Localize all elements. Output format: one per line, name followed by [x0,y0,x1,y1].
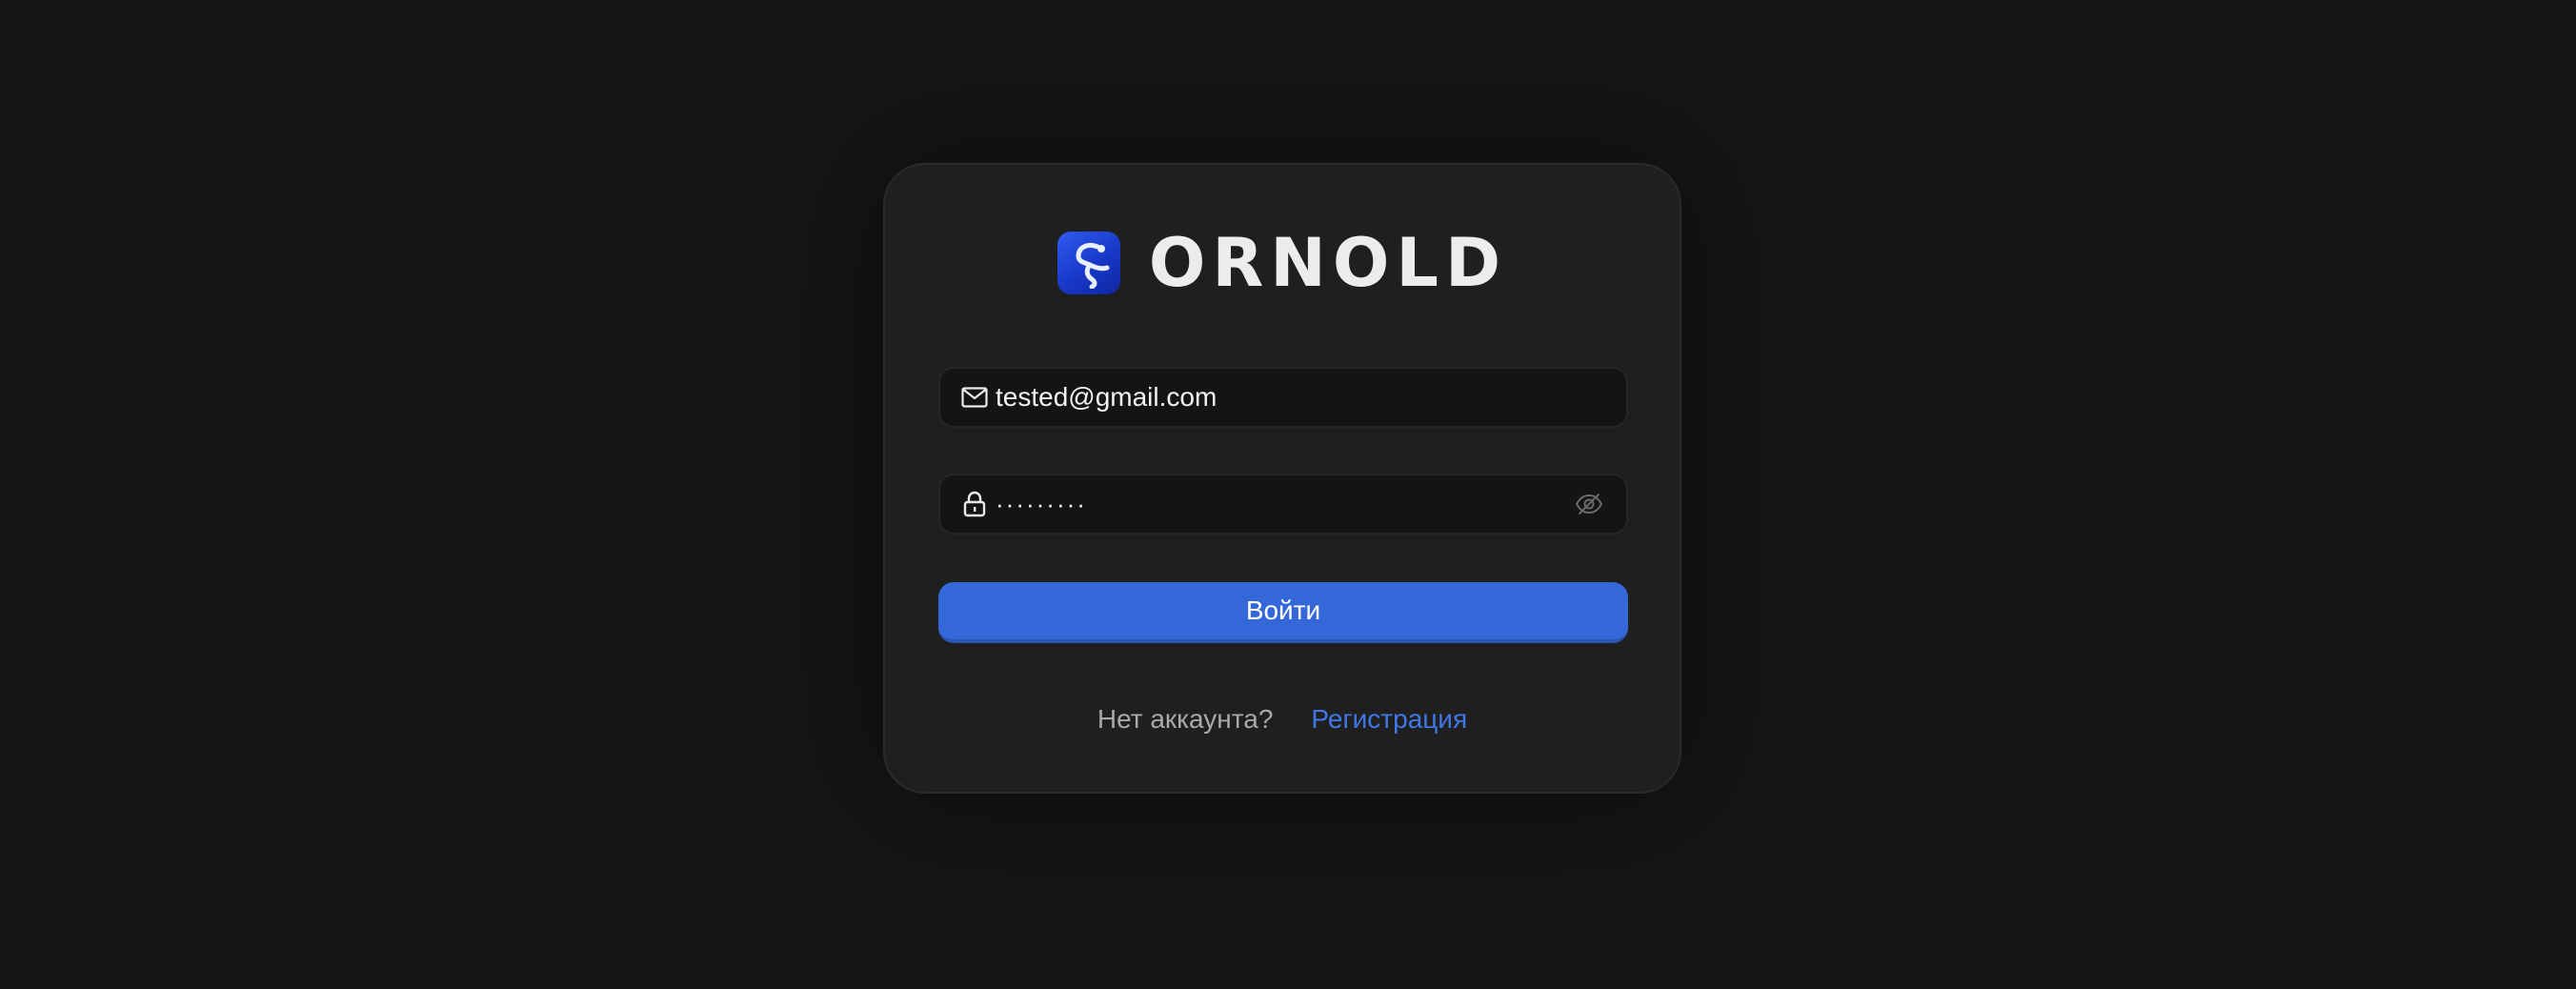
eye-off-icon[interactable] [1573,488,1605,520]
ornold-logo-icon [1057,232,1120,294]
email-value: tested@gmail.com [996,382,1218,412]
mail-icon [961,384,988,411]
brand: ORNOLD [885,230,1680,296]
no-account-text: Нет аккаунта? [1097,704,1274,734]
login-card: ORNOLD tested@gmail.com ········· Войти … [883,163,1681,794]
register-prompt: Нет аккаунта? Регистрация [885,704,1680,735]
email-field[interactable]: tested@gmail.com [938,367,1628,428]
login-page: ORNOLD tested@gmail.com ········· Войти … [0,0,2576,989]
brand-name: ORNOLD [1148,224,1508,302]
lock-icon [961,491,988,517]
login-button[interactable]: Войти [938,582,1628,643]
register-link[interactable]: Регистрация [1311,704,1467,735]
password-value: ········· [996,489,1087,518]
password-field[interactable]: ········· [938,474,1628,535]
